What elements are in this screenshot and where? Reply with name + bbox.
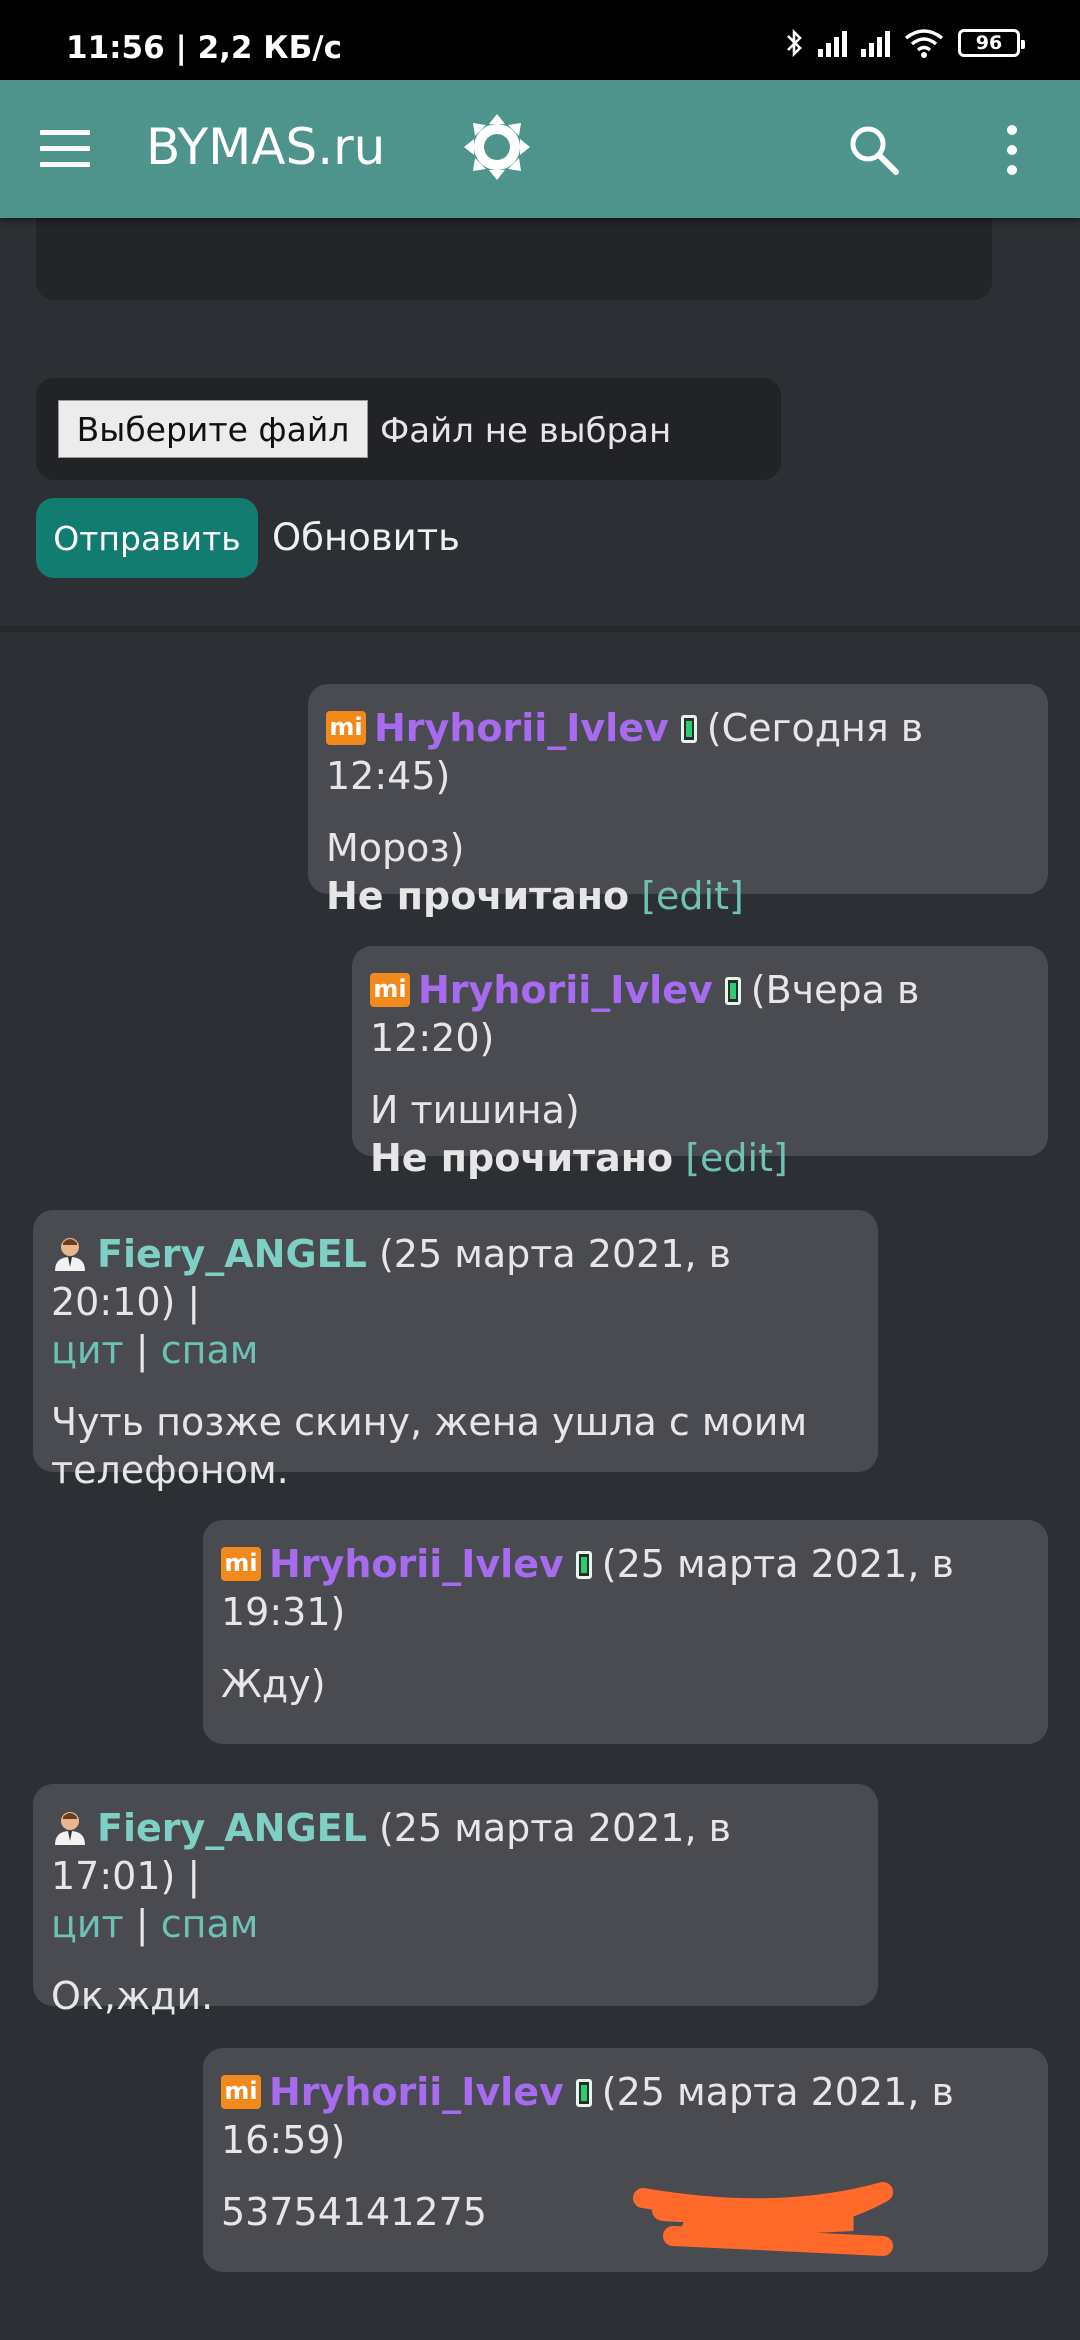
message-text: Чуть позже скину, жена ушла с моим телеф… bbox=[51, 1400, 808, 1492]
phone-icon bbox=[680, 715, 697, 743]
search-icon[interactable] bbox=[846, 122, 902, 178]
file-status: Файл не выбран bbox=[380, 411, 672, 451]
status-time: 11:56 | 2,2 КБ/с bbox=[66, 30, 342, 66]
message-bubble: Fiery_ANGEL (25 марта 2021, в 17:01) | ц… bbox=[33, 1784, 878, 2018]
file-input-group: Выберите файл Файл не выбран bbox=[36, 378, 781, 480]
mi-icon bbox=[221, 1547, 261, 1581]
message-textarea[interactable] bbox=[36, 218, 992, 300]
send-button[interactable]: Отправить bbox=[36, 498, 258, 578]
message-bubble: Fiery_ANGEL (25 марта 2021, в 20:10) | ц… bbox=[33, 1210, 878, 1492]
refresh-link[interactable]: Обновить bbox=[272, 516, 460, 559]
user-icon bbox=[55, 1812, 85, 1845]
redaction-scribble bbox=[633, 2182, 893, 2256]
message-bubble: Hryhorii_Ivlev(Сегодня в 12:45) Мороз) Н… bbox=[308, 684, 1048, 918]
battery-icon: 96 bbox=[958, 29, 1025, 57]
message-text: Жду) bbox=[221, 1662, 326, 1706]
spam-link[interactable]: спам bbox=[161, 1902, 259, 1946]
message-header: Hryhorii_Ivlev(25 марта 2021, в 16:59) bbox=[221, 2068, 1030, 2164]
username-link[interactable]: Fiery_ANGEL bbox=[97, 1806, 367, 1850]
menu-icon[interactable] bbox=[40, 130, 90, 168]
user-icon bbox=[55, 1238, 85, 1271]
message-status: Не прочитано [edit] bbox=[326, 872, 1030, 920]
message-text: Мороз) bbox=[326, 826, 465, 870]
message-header: Fiery_ANGEL (25 марта 2021, в 20:10) | ц… bbox=[51, 1230, 860, 1374]
message-text: Ок,жди. bbox=[51, 1974, 214, 2018]
post-form: Выберите файл Файл не выбран Отправить О… bbox=[0, 218, 1080, 632]
status-icons: 96 bbox=[784, 28, 1025, 58]
message-text: И тишина) bbox=[370, 1088, 580, 1132]
username-link[interactable]: Fiery_ANGEL bbox=[97, 1232, 367, 1276]
brightness-icon[interactable] bbox=[462, 112, 532, 182]
edit-link[interactable]: [edit] bbox=[685, 1136, 788, 1180]
message-header: Hryhorii_Ivlev(Вчера в 12:20) bbox=[370, 966, 1030, 1062]
message-bubble: Hryhorii_Ivlev(Вчера в 12:20) И тишина) … bbox=[352, 946, 1048, 1180]
separator: | bbox=[135, 1328, 149, 1372]
message-bubble: Hryhorii_Ivlev(25 марта 2021, в 19:31) Ж… bbox=[203, 1520, 1048, 1744]
unread-status: Не прочитано bbox=[370, 1136, 674, 1180]
message-header: Hryhorii_Ivlev(25 марта 2021, в 19:31) bbox=[221, 1540, 1030, 1636]
spam-link[interactable]: спам bbox=[161, 1328, 259, 1372]
signal-icon bbox=[818, 29, 847, 57]
battery-level: 96 bbox=[975, 32, 1003, 54]
username-link[interactable]: Hryhorii_Ivlev bbox=[374, 706, 669, 750]
bluetooth-icon bbox=[787, 28, 802, 58]
separator: | bbox=[135, 1902, 149, 1946]
phone-icon bbox=[575, 1551, 592, 1579]
app-bar: BYMAS.ru bbox=[0, 80, 1080, 218]
message-text: 53754141275 bbox=[221, 2190, 487, 2234]
status-bar: 11:56 | 2,2 КБ/с 96 bbox=[0, 0, 1080, 80]
message-header: Hryhorii_Ivlev(Сегодня в 12:45) bbox=[326, 704, 1030, 800]
wifi-icon bbox=[904, 29, 944, 58]
app-title[interactable]: BYMAS.ru bbox=[146, 118, 385, 176]
phone-icon bbox=[724, 977, 741, 1005]
mi-icon bbox=[370, 973, 410, 1007]
mi-icon bbox=[221, 2075, 261, 2109]
message-status: Не прочитано [edit] bbox=[370, 1134, 1030, 1182]
username-link[interactable]: Hryhorii_Ivlev bbox=[269, 1542, 564, 1586]
mi-icon bbox=[326, 711, 366, 745]
message-header: Fiery_ANGEL (25 марта 2021, в 17:01) | ц… bbox=[51, 1804, 860, 1948]
message-bubble: Hryhorii_Ivlev(25 марта 2021, в 16:59) 5… bbox=[203, 2048, 1048, 2272]
phone-icon bbox=[575, 2079, 592, 2107]
choose-file-button[interactable]: Выберите файл bbox=[58, 400, 368, 458]
more-icon[interactable] bbox=[1002, 122, 1022, 178]
quote-link[interactable]: цит bbox=[51, 1902, 124, 1946]
unread-status: Не прочитано bbox=[326, 874, 630, 918]
divider bbox=[0, 626, 1080, 632]
quote-link[interactable]: цит bbox=[51, 1328, 124, 1372]
username-link[interactable]: Hryhorii_Ivlev bbox=[269, 2070, 564, 2114]
username-link[interactable]: Hryhorii_Ivlev bbox=[418, 968, 713, 1012]
edit-link[interactable]: [edit] bbox=[641, 874, 744, 918]
signal-icon-2 bbox=[861, 29, 890, 57]
